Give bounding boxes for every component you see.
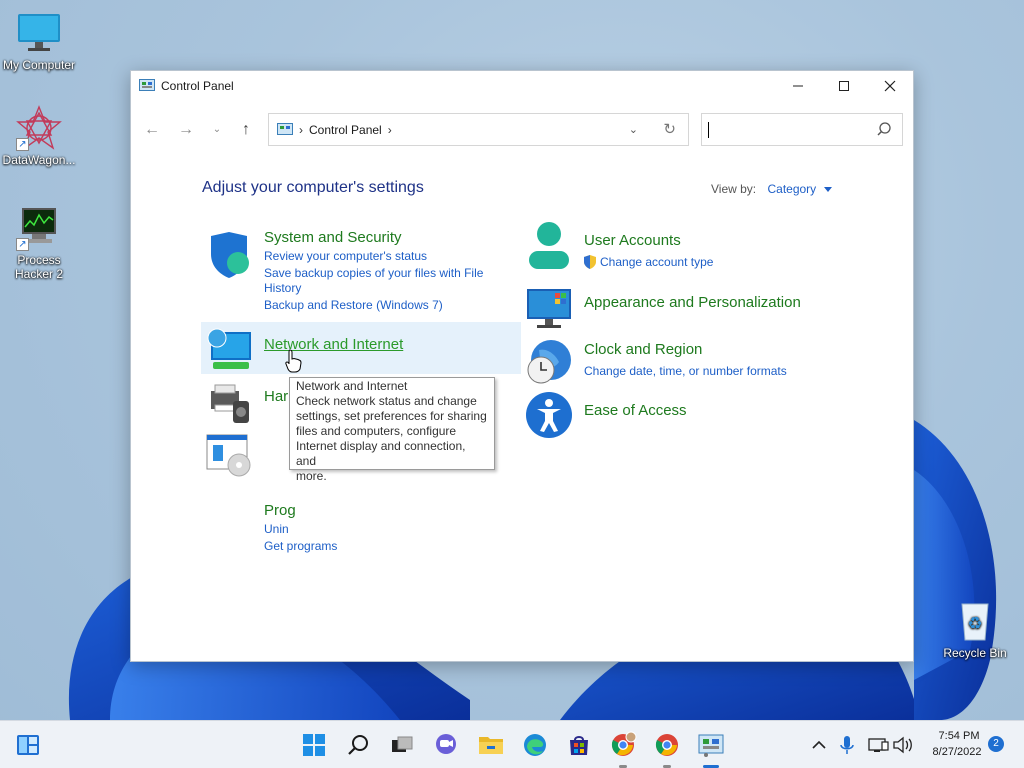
chrome-profile-icon[interactable] — [609, 731, 637, 759]
text-caret — [708, 122, 709, 138]
refresh-button[interactable]: ↻ — [663, 120, 676, 138]
maximize-button[interactable] — [821, 71, 867, 101]
process-hacker-icon: ↗ — [16, 205, 62, 251]
control-panel-icon — [139, 79, 155, 91]
notification-badge[interactable]: 2 — [988, 736, 1004, 752]
search-input[interactable] — [701, 113, 903, 146]
address-dropdown-button[interactable]: ⌄ — [629, 123, 638, 136]
desktop-icon-recycle-bin[interactable]: ♻ Recycle Bin — [936, 598, 1014, 660]
desktop-icon-my-computer[interactable]: My Computer — [0, 10, 78, 72]
chevron-up-icon[interactable] — [805, 731, 833, 759]
link-review-status[interactable]: Review your computer's status — [264, 249, 427, 264]
microphone-icon[interactable] — [833, 731, 861, 759]
category-title-clock-region[interactable]: Clock and Region — [584, 341, 702, 358]
category-title-hardware[interactable]: Har — [264, 388, 288, 405]
breadcrumb-separator[interactable]: › — [388, 123, 392, 137]
volume-icon[interactable] — [889, 731, 917, 759]
store-icon[interactable] — [565, 731, 593, 759]
maximize-icon — [839, 81, 849, 91]
printer-icon — [211, 384, 249, 423]
recent-locations-button[interactable]: ⌄ — [207, 120, 227, 140]
tooltip-line: Check network status and change — [296, 394, 477, 408]
tooltip-line: Internet display and connection, and — [296, 439, 466, 468]
shortcut-arrow-icon: ↗ — [16, 238, 29, 251]
programs-icon — [206, 434, 251, 477]
desktop-icon-label: Recycle Bin — [943, 646, 1007, 660]
clock-date[interactable]: 8/27/2022 — [922, 746, 992, 758]
start-button-icon[interactable] — [300, 731, 328, 759]
minimize-button[interactable] — [775, 71, 821, 101]
navigation-bar: ← → ⌄ ↑ › Control Panel › ⌄ ↻ — [131, 111, 913, 147]
network-status-icon[interactable] — [864, 731, 892, 759]
close-icon — [884, 80, 896, 92]
edge-browser-icon[interactable] — [521, 731, 549, 759]
link-backup-restore[interactable]: Backup and Restore (Windows 7) — [264, 298, 443, 313]
desktop-icon-process-hacker[interactable]: ↗ Process Hacker 2 — [0, 205, 78, 281]
task-view-icon[interactable] — [388, 731, 416, 759]
back-button[interactable]: ← — [142, 120, 162, 140]
chevron-down-icon[interactable] — [823, 187, 832, 193]
tooltip-line: more. — [296, 469, 327, 483]
content-area: Adjust your computer's settings View by:… — [131, 149, 913, 661]
view-by: View by: Category — [711, 182, 832, 196]
datawagon-icon: ↗ — [16, 105, 62, 151]
recycle-bin-icon: ♻ — [952, 598, 998, 644]
address-bar[interactable]: › Control Panel › ⌄ ↻ — [268, 113, 689, 146]
link-save-backup[interactable]: Save backup copies of your files with Fi… — [264, 266, 483, 281]
appearance-icon — [527, 289, 571, 328]
view-by-label: View by: — [711, 182, 757, 196]
tooltip-title: Network and Internet — [296, 379, 408, 393]
link-change-account-type[interactable]: Change account type — [600, 255, 713, 270]
chrome-icon[interactable] — [653, 731, 681, 759]
control-panel-window: Control Panel ← → ⌄ ↑ › Control Panel › … — [130, 70, 914, 662]
view-by-dropdown[interactable]: Category — [767, 182, 816, 196]
window-title: Control Panel — [161, 79, 234, 93]
clock-globe-icon — [527, 340, 571, 384]
file-explorer-icon[interactable] — [477, 731, 505, 759]
desktop-icon-label: Process Hacker 2 — [14, 253, 64, 281]
title-bar[interactable]: Control Panel — [131, 71, 913, 101]
minimize-icon — [793, 85, 803, 87]
up-button[interactable]: ↑ — [236, 120, 256, 140]
forward-button[interactable]: → — [176, 120, 196, 140]
tooltip-network-internet: Network and Internet Check network statu… — [289, 377, 495, 483]
control-panel-icon — [277, 122, 293, 135]
taskbar: 7:54 PM 8/27/2022 — [0, 720, 1024, 768]
category-title-programs[interactable]: Prog — [264, 502, 296, 519]
uac-shield-icon — [584, 255, 596, 269]
svg-text:♻: ♻ — [967, 614, 982, 634]
page-title: Adjust your computer's settings — [202, 179, 424, 196]
link-change-date-time[interactable]: Change date, time, or number formats — [584, 364, 787, 379]
user-icon — [529, 222, 569, 269]
link-get-programs[interactable]: Get programs — [264, 539, 337, 554]
hand-cursor-icon — [285, 349, 302, 373]
monitor-icon — [16, 10, 62, 56]
search-icon[interactable] — [345, 731, 373, 759]
breadcrumb-control-panel[interactable]: Control Panel — [309, 123, 382, 137]
category-title-system-security[interactable]: System and Security — [264, 229, 402, 246]
category-title-user-accounts[interactable]: User Accounts — [584, 232, 681, 249]
category-title-appearance[interactable]: Appearance and Personalization — [584, 294, 801, 311]
close-button[interactable] — [867, 71, 913, 101]
breadcrumb-separator: › — [299, 122, 303, 137]
link-save-backup-cont[interactable]: History — [264, 281, 301, 296]
tooltip-line: files and computers, configure — [296, 424, 457, 438]
control-panel-taskbar-icon[interactable] — [697, 731, 725, 759]
link-uninstall[interactable]: Unin — [264, 522, 289, 537]
tooltip-line: settings, set preferences for sharing — [296, 409, 487, 423]
shortcut-arrow-icon: ↗ — [16, 138, 29, 151]
accessibility-icon — [526, 392, 572, 438]
widgets-icon[interactable] — [14, 731, 42, 759]
category-title-ease-of-access[interactable]: Ease of Access — [584, 402, 687, 419]
desktop-icon-datawagon[interactable]: ↗ DataWagon... — [0, 105, 78, 167]
desktop-icon-label: My Computer — [2, 58, 76, 72]
search-icon[interactable] — [876, 121, 892, 137]
clock-time[interactable]: 7:54 PM — [930, 730, 988, 742]
network-icon — [207, 328, 251, 369]
desktop-icon-label: DataWagon... — [2, 153, 76, 167]
chat-icon[interactable] — [432, 731, 460, 759]
shield-icon — [211, 232, 249, 278]
